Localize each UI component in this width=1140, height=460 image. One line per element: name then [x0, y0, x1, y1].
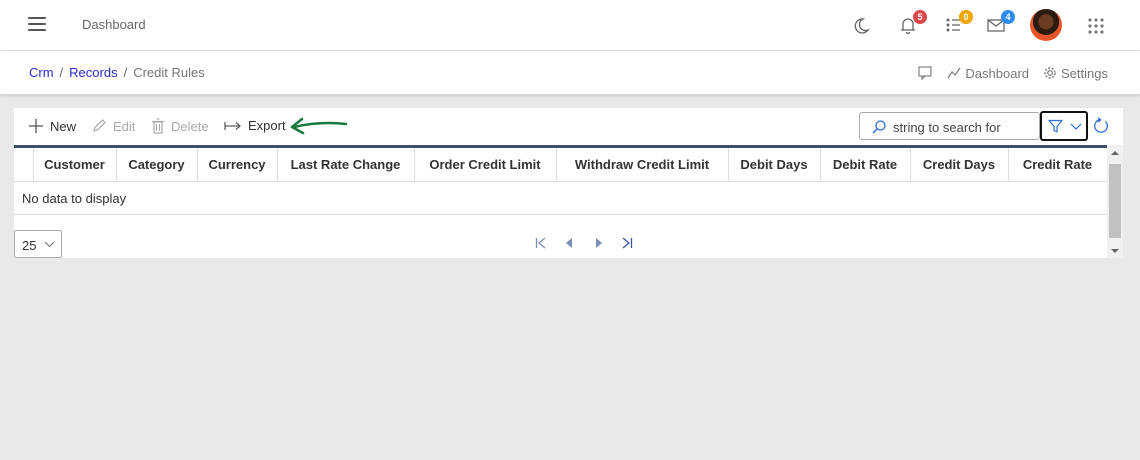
column-header-category[interactable]: Category: [116, 145, 198, 182]
notifications-badge: 5: [913, 10, 927, 24]
breadcrumb-records[interactable]: Records: [69, 65, 117, 80]
tasks-icon[interactable]: 0: [943, 10, 973, 36]
chart-line-icon: [947, 67, 961, 79]
apps-grid-icon[interactable]: [1086, 16, 1108, 38]
dashboard-link[interactable]: Dashboard: [947, 66, 1029, 81]
refresh-icon: [1094, 117, 1108, 133]
edit-button[interactable]: Edit: [91, 118, 135, 134]
settings-link[interactable]: Settings: [1043, 66, 1108, 81]
search-icon: [872, 120, 886, 134]
filter-button[interactable]: [1040, 111, 1088, 141]
previous-page-icon[interactable]: [562, 236, 576, 250]
column-header-credit-days[interactable]: Credit Days: [910, 145, 1009, 182]
next-page-icon[interactable]: [592, 236, 606, 250]
new-button[interactable]: New: [28, 118, 76, 134]
column-header-withdraw-credit-limit[interactable]: Withdraw Credit Limit: [556, 145, 729, 182]
column-header-debit-days[interactable]: Debit Days: [728, 145, 821, 182]
refresh-button[interactable]: [1092, 117, 1110, 138]
avatar[interactable]: [1030, 9, 1062, 41]
chevron-down-icon: [1070, 123, 1082, 130]
export-button[interactable]: Export: [224, 118, 286, 133]
messages-badge: 4: [1001, 10, 1015, 24]
grid-select-header[interactable]: [14, 145, 34, 182]
data-grid: Customer Category Currency Last Rate Cha…: [14, 145, 1108, 215]
delete-button[interactable]: Delete: [151, 118, 209, 134]
grid-toolbar: New Edit Delete Export string to search …: [14, 108, 1123, 145]
scroll-down-icon[interactable]: [1111, 249, 1119, 253]
column-header-last-rate-change[interactable]: Last Rate Change: [277, 145, 415, 182]
page-size-value: 25: [22, 238, 37, 253]
edit-button-label: Edit: [113, 118, 136, 134]
export-arrow-icon: [224, 121, 241, 130]
delete-button-label: Delete: [171, 118, 209, 134]
app-title: Dashboard: [82, 17, 146, 32]
top-bar: Dashboard 5 0 4: [0, 0, 1140, 51]
first-page-icon[interactable]: [534, 236, 548, 250]
breadcrumb-bar: Crm / Records / Credit Rules Dashboard Setti…: [0, 51, 1140, 94]
scroll-up-icon[interactable]: [1111, 151, 1119, 155]
column-header-debit-rate[interactable]: Debit Rate: [820, 145, 911, 182]
dashboard-link-label: Dashboard: [965, 65, 1030, 81]
filter-icon: [1048, 119, 1063, 133]
grid-header-row: Customer Category Currency Last Rate Cha…: [14, 145, 1108, 182]
column-header-customer[interactable]: Customer: [33, 145, 117, 182]
comment-button[interactable]: [917, 65, 933, 81]
export-button-label: Export: [248, 118, 286, 133]
search-input[interactable]: string to search for: [859, 112, 1040, 140]
page-size-select[interactable]: 25: [14, 230, 62, 258]
empty-grid-message: No data to display: [14, 181, 1108, 215]
page-actions: Dashboard Settings: [917, 65, 1108, 81]
column-header-order-credit-limit[interactable]: Order Credit Limit: [414, 145, 557, 182]
vertical-scrollbar[interactable]: [1107, 145, 1123, 258]
annotation-arrow-icon: [290, 117, 348, 135]
data-grid-panel: New Edit Delete Export string to search …: [14, 108, 1123, 258]
plus-icon: [29, 119, 43, 133]
settings-link-label: Settings: [1061, 65, 1108, 81]
tasks-badge: 0: [959, 10, 973, 24]
mail-icon[interactable]: 4: [985, 10, 1015, 36]
column-header-credit-rate[interactable]: Credit Rate: [1008, 145, 1108, 182]
new-button-label: New: [50, 118, 77, 134]
menu-icon[interactable]: [28, 17, 46, 33]
chevron-down-icon: [44, 241, 55, 248]
last-page-icon[interactable]: [620, 236, 634, 250]
gear-icon: [1044, 67, 1056, 79]
bell-icon[interactable]: 5: [897, 10, 927, 36]
breadcrumb: Crm / Records / Credit Rules: [29, 65, 205, 80]
table-row: No data to display: [14, 181, 1108, 215]
column-header-currency[interactable]: Currency: [197, 145, 278, 182]
search-placeholder: string to search for: [893, 120, 1001, 135]
breadcrumb-crm[interactable]: Crm: [29, 65, 54, 80]
comment-icon: [918, 66, 932, 81]
moon-icon[interactable]: [854, 14, 876, 36]
pencil-icon: [93, 119, 106, 132]
scrollbar-thumb[interactable]: [1109, 164, 1121, 238]
trash-icon: [152, 118, 164, 134]
breadcrumb-current: Credit Rules: [133, 65, 205, 80]
